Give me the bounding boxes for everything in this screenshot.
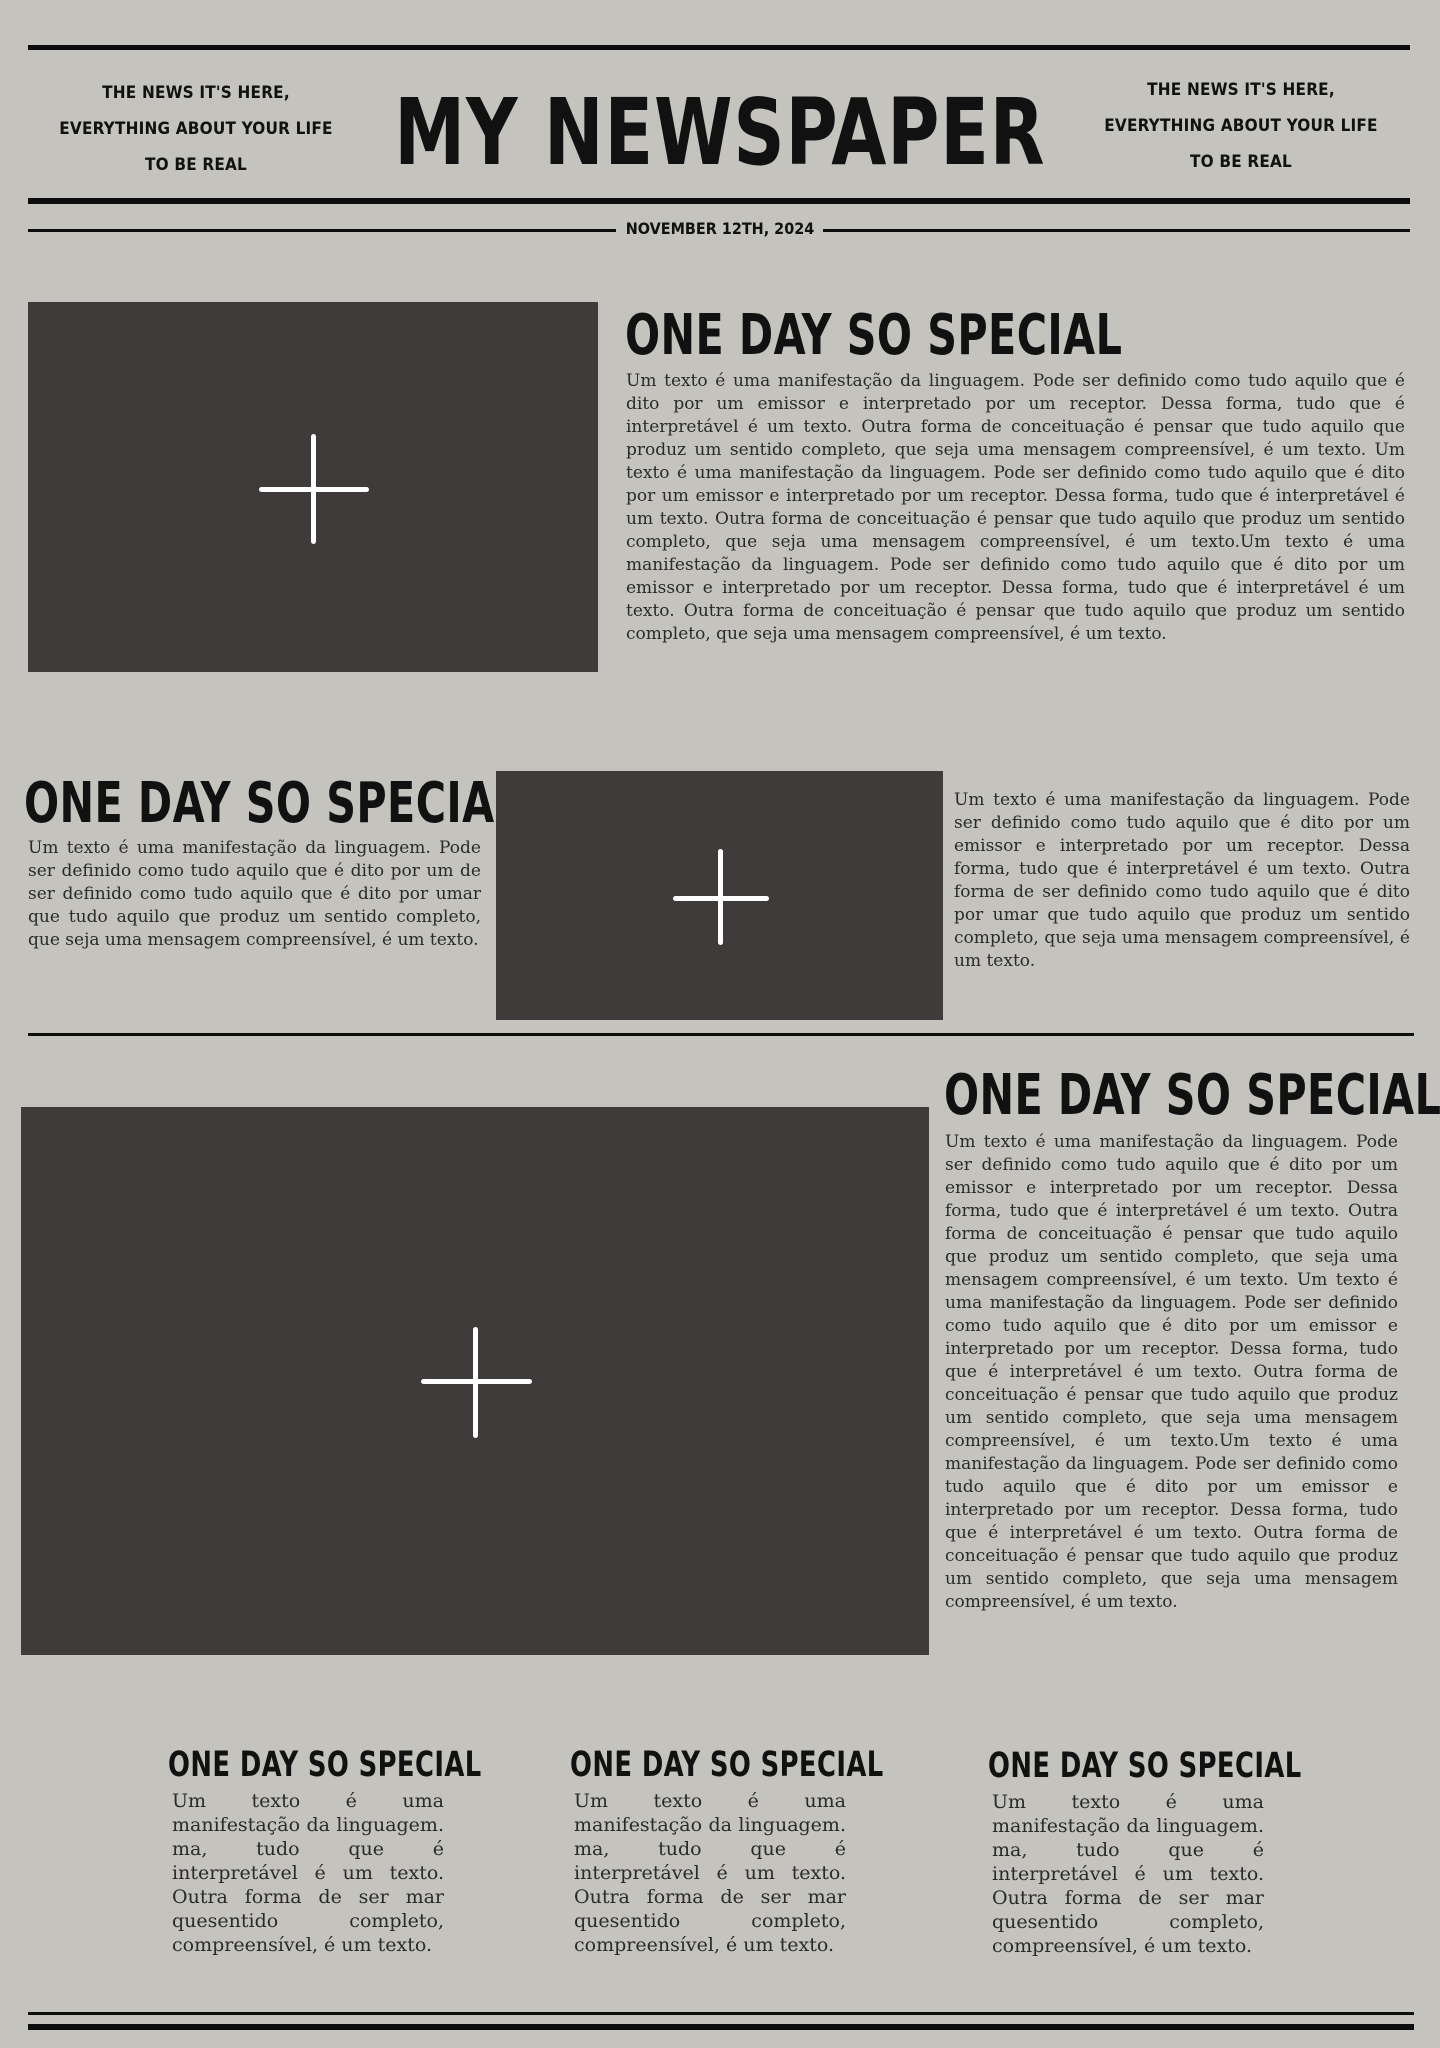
column-2-headline: ONE DAY SO SPECIAL — [570, 1745, 884, 1785]
plus-icon-stroke — [311, 434, 316, 544]
header-bottom-rule — [28, 198, 1410, 204]
column-1-body: Um texto é uma manifestação da linguagem… — [172, 1790, 444, 1956]
top-article-body: Um texto é uma manifestação da linguagem… — [626, 371, 1405, 644]
date-rule-right — [823, 229, 1410, 232]
footer-rule-2 — [28, 2024, 1414, 2030]
feature-article-body: Um texto é uma manifestação da linguagem… — [945, 1132, 1398, 1612]
column-2-body: Um texto é uma manifestação da linguagem… — [574, 1790, 846, 1956]
column-3-body: Um texto é uma manifestação da linguagem… — [992, 1791, 1264, 1957]
tagline-right-line-1: THE NEWS IT'S HERE, — [1147, 80, 1335, 100]
section-divider — [28, 1033, 1414, 1036]
middle-article-image — [496, 771, 943, 1020]
tagline-right: THE NEWS IT'S HERE, EVERYTHING ABOUT YOU… — [1091, 72, 1391, 180]
plus-icon-stroke — [718, 849, 723, 945]
top-article-headline: ONE DAY SO SPECIAL — [625, 303, 1123, 368]
tagline-right-line-3: TO BE REAL — [1190, 152, 1292, 172]
header-top-rule — [28, 45, 1410, 50]
middle-article-body-right: Um texto é uma manifestação da linguagem… — [954, 790, 1410, 971]
tagline-right-line-2: EVERYTHING ABOUT YOUR LIFE — [1104, 116, 1378, 136]
column-3-headline: ONE DAY SO SPECIAL — [988, 1746, 1302, 1786]
feature-article-headline: ONE DAY SO SPECIAL — [944, 1063, 1440, 1128]
feature-article-image — [21, 1107, 929, 1655]
top-article-image — [28, 302, 598, 672]
middle-article-body-left: Um texto é uma manifestação da linguagem… — [28, 838, 481, 950]
plus-icon-stroke — [473, 1327, 478, 1438]
issue-date: NOVEMBER 12TH, 2024 — [625, 219, 815, 238]
column-1-headline: ONE DAY SO SPECIAL — [168, 1745, 482, 1785]
middle-article-headline: ONE DAY SO SPECIAL — [24, 771, 522, 836]
date-rule-left — [28, 229, 616, 232]
footer-rule-1 — [28, 2012, 1414, 2015]
